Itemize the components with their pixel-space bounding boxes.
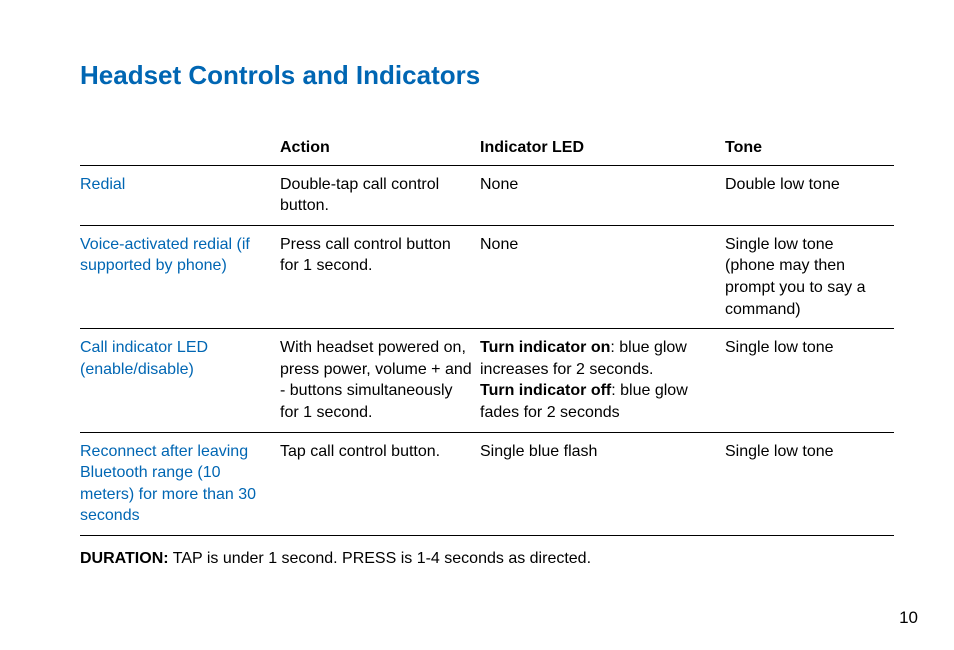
table-header-row: Action Indicator LED Tone xyxy=(80,131,894,165)
cell-tone: Single low tone xyxy=(725,432,894,535)
cell-led: None xyxy=(480,165,725,225)
cell-action: With headset powered on, press power, vo… xyxy=(280,329,480,432)
led-on-label: Turn indicator on xyxy=(480,339,610,356)
page-number: 10 xyxy=(899,608,918,628)
cell-action: Tap call control button. xyxy=(280,432,480,535)
table-row: Call indicator LED (enable/disable) With… xyxy=(80,329,894,432)
cell-function: Call indicator LED (enable/disable) xyxy=(80,329,280,432)
cell-action: Double-tap call control button. xyxy=(280,165,480,225)
header-indicator-led: Indicator LED xyxy=(480,131,725,165)
cell-tone: Single low tone xyxy=(725,329,894,432)
table-row: Voice-activated redial (if supported by … xyxy=(80,225,894,328)
controls-table: Action Indicator LED Tone Redial Double-… xyxy=(80,131,894,536)
cell-function: Voice-activated redial (if supported by … xyxy=(80,225,280,328)
table-row: Redial Double-tap call control button. N… xyxy=(80,165,894,225)
duration-label: DURATION: xyxy=(80,550,169,567)
cell-function: Redial xyxy=(80,165,280,225)
cell-led: Single blue flash xyxy=(480,432,725,535)
table-row: Reconnect after leaving Bluetooth range … xyxy=(80,432,894,535)
page-title: Headset Controls and Indicators xyxy=(80,60,894,91)
duration-note: DURATION: TAP is under 1 second. PRESS i… xyxy=(80,550,894,568)
led-off-label: Turn indicator off xyxy=(480,382,611,399)
cell-tone: Single low tone (phone may then prompt y… xyxy=(725,225,894,328)
cell-led: Turn indicator on: blue glow increases f… xyxy=(480,329,725,432)
cell-action: Press call control button for 1 second. xyxy=(280,225,480,328)
cell-tone: Double low tone xyxy=(725,165,894,225)
cell-function: Reconnect after leaving Bluetooth range … xyxy=(80,432,280,535)
header-tone: Tone xyxy=(725,131,894,165)
duration-text: TAP is under 1 second. PRESS is 1-4 seco… xyxy=(169,550,591,567)
header-function xyxy=(80,131,280,165)
cell-led: None xyxy=(480,225,725,328)
header-action: Action xyxy=(280,131,480,165)
